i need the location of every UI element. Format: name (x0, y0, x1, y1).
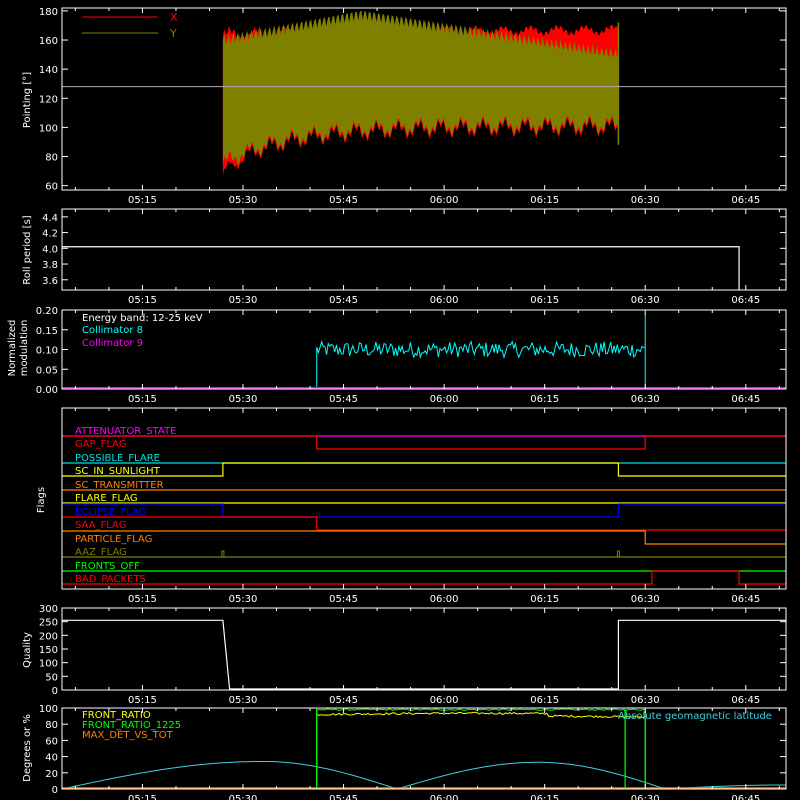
y-tick-label: 200 (39, 631, 58, 642)
y-tick-label: 150 (39, 645, 58, 656)
y-tick-label: 0.00 (36, 385, 58, 396)
x-tick-label: 06:00 (430, 695, 459, 706)
pointing-legend-x: X (170, 11, 178, 24)
flags-ylabel: Flags (36, 487, 47, 513)
x-tick-label: 06:15 (530, 295, 559, 306)
flag-label-particle-flag: PARTICLE_FLAG (75, 534, 152, 545)
x-tick-label: 05:30 (229, 195, 258, 206)
y-tick-label: 80 (45, 720, 58, 731)
x-tick-label: 06:00 (430, 394, 459, 405)
quality-ylabel: Quality (22, 632, 33, 668)
summary-plot: X Y Pointing [°] 05:15 05:30 05:45 06:00 06:… (0, 0, 800, 800)
flag-label-sc-transmitter: SC_TRANSMITTER (75, 480, 164, 491)
y-tick-label: 0.10 (36, 346, 58, 357)
y-tick-label: 140 (39, 65, 58, 76)
y-tick-label: 60 (45, 182, 58, 193)
x-tick-label: 06:00 (430, 794, 459, 800)
y-tick-label: 40 (45, 753, 58, 764)
x-tick-label: 06:15 (530, 794, 559, 800)
x-tick-label: 06:15 (530, 594, 559, 605)
x-tick-label: 06:30 (631, 394, 660, 405)
pointing-ylabel: Pointing [°] (22, 72, 33, 128)
x-tick-label: 05:45 (329, 794, 358, 800)
x-tick-label: 05:15 (128, 295, 157, 306)
x-tick-label: 05:30 (229, 794, 258, 800)
flag-label-possible-flare: POSSIBLE_FLARE (75, 453, 160, 464)
x-tick-label: 06:15 (530, 695, 559, 706)
flag-label-fronts-off: FRONTS_OFF (75, 561, 140, 572)
y-tick-label: 300 (39, 604, 58, 615)
x-tick-label: 05:15 (128, 394, 157, 405)
y-tick-label: 60 (45, 736, 58, 747)
x-tick-label: 05:45 (329, 695, 358, 706)
x-tick-label: 05:45 (329, 295, 358, 306)
y-tick-label: 160 (39, 36, 58, 47)
x-tick-label: 06:30 (631, 695, 660, 706)
x-tick-label: 06:45 (731, 195, 760, 206)
x-tick-label: 05:30 (229, 394, 258, 405)
flag-label-saa-flag: SAA_FLAG (75, 520, 126, 531)
degrees-legend-max-det: MAX_DET_VS_TOT (82, 730, 174, 741)
x-tick-label: 06:45 (731, 295, 760, 306)
flag-label-flare-flag: FLARE_FLAG (75, 493, 138, 504)
x-tick-label: 06:45 (731, 394, 760, 405)
x-tick-label: 06:30 (631, 295, 660, 306)
x-tick-label: 06:45 (731, 794, 760, 800)
x-tick-label: 05:30 (229, 594, 258, 605)
roll-period-ylabel: Roll period [s] (22, 215, 33, 284)
y-tick-label: 0 (52, 686, 58, 697)
modulation-ylabel-1: Normalized (7, 320, 18, 377)
x-tick-label: 06:15 (530, 394, 559, 405)
degrees-geomag-label: Absolute geomagnetic latitude (618, 711, 772, 722)
y-tick-label: 0.15 (36, 326, 58, 337)
y-tick-label: 180 (39, 7, 58, 18)
y-tick-label: 3.8 (42, 260, 58, 271)
y-tick-label: 100 (39, 123, 58, 134)
degrees-ylabel: Degrees or % (22, 714, 33, 782)
x-tick-label: 06:30 (631, 794, 660, 800)
x-tick-label: 06:00 (430, 195, 459, 206)
y-tick-label: 100 (39, 704, 58, 715)
y-tick-label: 4.2 (42, 229, 58, 240)
x-tick-label: 06:00 (430, 295, 459, 306)
modulation-legend-c8: Collimator 8 (82, 325, 143, 336)
flag-label-eclipse-flag: ECLIPSE_FLAG (75, 507, 146, 518)
y-tick-label: 3.6 (42, 276, 58, 287)
flag-label-bad-packets: BAD_PACKETS (75, 574, 146, 585)
y-tick-label: 120 (39, 94, 58, 105)
x-tick-label: 05:15 (128, 594, 157, 605)
x-tick-label: 05:15 (128, 195, 157, 206)
flag-label-sc-in-sunlight: SC_IN_SUNLIGHT (75, 466, 161, 477)
x-tick-label: 05:30 (229, 295, 258, 306)
y-tick-label: 100 (39, 659, 58, 670)
y-tick-label: 4.0 (42, 244, 58, 255)
modulation-legend-c9: Collimator 9 (82, 338, 143, 349)
x-tick-label: 05:30 (229, 695, 258, 706)
modulation-ylabel-2: modulation (19, 320, 30, 377)
flag-label-attenuator-state: ATTENUATOR_STATE (75, 426, 176, 437)
y-tick-label: 250 (39, 618, 58, 629)
x-tick-label: 05:15 (128, 794, 157, 800)
x-tick-label: 06:00 (430, 594, 459, 605)
y-tick-label: 4.4 (42, 213, 58, 224)
pointing-legend-y: Y (169, 27, 177, 40)
y-tick-label: 20 (45, 769, 58, 780)
x-tick-label: 06:30 (631, 594, 660, 605)
flag-label-aaz-flag: AAZ_FLAG (75, 547, 127, 558)
x-tick-label: 06:45 (731, 695, 760, 706)
y-tick-label: 50 (45, 672, 58, 683)
x-tick-label: 05:15 (128, 695, 157, 706)
x-tick-label: 05:45 (329, 195, 358, 206)
x-tick-label: 06:45 (731, 594, 760, 605)
y-tick-label: 0.20 (36, 306, 58, 317)
x-tick-label: 06:30 (631, 195, 660, 206)
x-tick-label: 06:15 (530, 195, 559, 206)
y-tick-label: 0 (52, 785, 58, 796)
x-tick-label: 05:45 (329, 594, 358, 605)
flag-label-gap-flag: GAP_FLAG (75, 439, 127, 450)
x-tick-label: 05:45 (329, 394, 358, 405)
y-tick-label: 80 (45, 153, 58, 164)
y-tick-label: 0.05 (36, 365, 58, 376)
